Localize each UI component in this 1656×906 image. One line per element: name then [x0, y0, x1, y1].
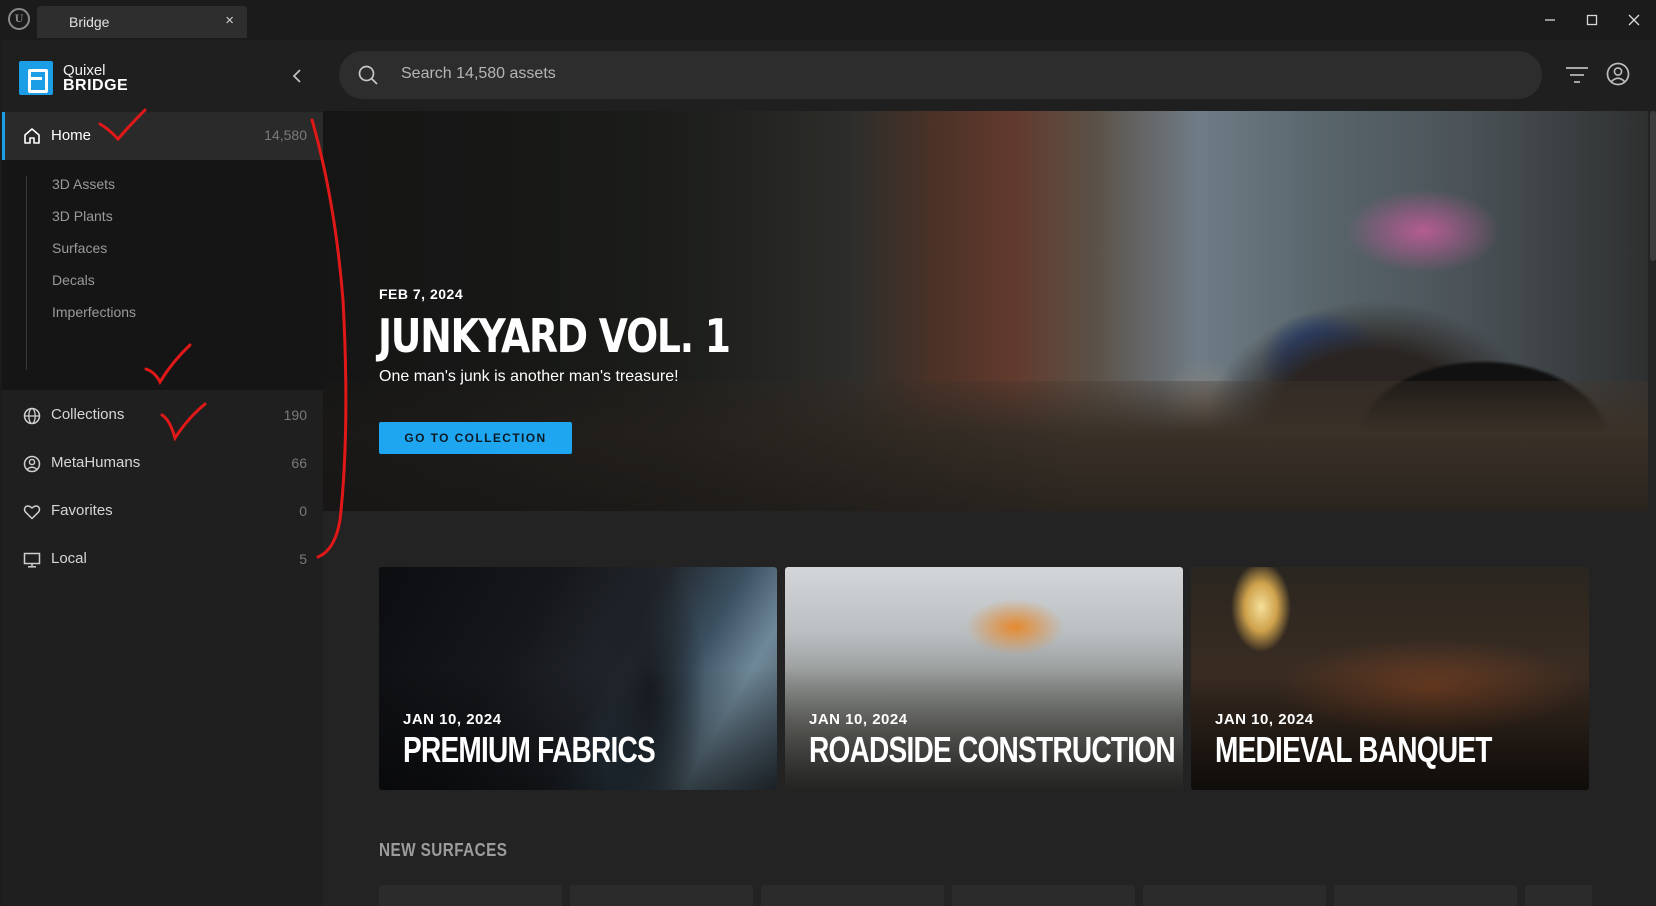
subnav-imperfections[interactable]: Imperfections [52, 304, 136, 320]
sidebar-item-label: Collections [51, 406, 125, 423]
collapse-sidebar-button[interactable] [286, 64, 310, 88]
account-icon[interactable] [1605, 61, 1631, 87]
subnav-surfaces[interactable]: Surfaces [52, 240, 107, 256]
go-to-collection-button[interactable]: GO TO COLLECTION [379, 422, 572, 454]
surface-tile[interactable] [952, 885, 1135, 906]
quixel-bridge-logo[interactable]: Quixel BRIDGE [19, 60, 128, 95]
sidebar-item-metahumans[interactable]: MetaHumans 66 [2, 440, 323, 486]
sidebar-item-collections[interactable]: Collections 190 [2, 392, 323, 438]
globe-icon [23, 407, 41, 425]
sidebar-item-count: 5 [299, 551, 307, 567]
minimize-button[interactable] [1535, 8, 1565, 32]
sidebar-item-home[interactable]: Home 14,580 [2, 112, 323, 160]
surface-tile[interactable] [1334, 885, 1517, 906]
sidebar-item-count: 190 [283, 407, 307, 423]
hero-subtitle: One man's junk is another man's treasure… [379, 368, 679, 385]
subnav-3d-assets[interactable]: 3D Assets [52, 176, 115, 192]
filter-icon[interactable] [1564, 62, 1590, 88]
user-circle-icon [23, 455, 41, 473]
heart-icon [23, 505, 41, 520]
close-icon [1628, 14, 1640, 26]
search-input[interactable]: Search 14,580 assets [339, 51, 1542, 99]
sidebar-item-count: 66 [291, 455, 307, 471]
sidebar-item-favorites[interactable]: Favorites 0 [2, 488, 323, 534]
sidebar-item-label: MetaHumans [51, 454, 141, 471]
hero-banner[interactable]: FEB 7, 2024 JUNKYARD VOL. 1 One man's ju… [323, 111, 1648, 511]
tab-close-icon[interactable]: × [225, 12, 234, 29]
sidebar-item-label: Local [51, 550, 87, 567]
top-bar: Search 14,580 assets [323, 40, 1656, 111]
surface-tile[interactable] [1525, 885, 1592, 906]
tab-title: Bridge [69, 14, 110, 30]
home-icon [24, 128, 40, 144]
collection-card-roadside-construction[interactable]: JAN 10, 2024 ROADSIDE CONSTRUCTION [785, 567, 1183, 790]
home-subnav: 3D Assets 3D Plants Surfaces Decals Impe… [26, 176, 316, 370]
card-date: JAN 10, 2024 [403, 711, 502, 728]
hero-title: JUNKYARD VOL. 1 [378, 309, 731, 363]
collection-card-premium-fabrics[interactable]: JAN 10, 2024 PREMIUM FABRICS [379, 567, 777, 790]
surface-tile[interactable] [761, 885, 944, 906]
search-icon [358, 65, 378, 85]
sidebar: Quixel BRIDGE Home 14,580 3D Assets 3D P… [2, 40, 323, 906]
maximize-button[interactable] [1577, 8, 1607, 32]
card-date: JAN 10, 2024 [809, 711, 908, 728]
unreal-logo-icon: U [8, 8, 30, 30]
main-content: FEB 7, 2024 JUNKYARD VOL. 1 One man's ju… [323, 111, 1656, 906]
close-window-button[interactable] [1619, 8, 1649, 32]
card-title: MEDIEVAL BANQUET [1215, 729, 1492, 770]
card-title: PREMIUM FABRICS [403, 729, 656, 770]
section-title-new-surfaces: NEW SURFACES [379, 840, 508, 860]
search-placeholder: Search 14,580 assets [401, 65, 556, 82]
tab-bridge[interactable]: Bridge × [37, 6, 247, 38]
surface-tile[interactable] [570, 885, 753, 906]
sidebar-item-label: Favorites [51, 502, 113, 519]
chevron-left-icon [292, 69, 301, 83]
card-title: ROADSIDE CONSTRUCTION [809, 729, 1176, 770]
hero-date: FEB 7, 2024 [379, 286, 464, 302]
sidebar-item-local[interactable]: Local 5 [2, 536, 323, 582]
collection-card-medieval-banquet[interactable]: JAN 10, 2024 MEDIEVAL BANQUET [1191, 567, 1589, 790]
window-titlebar: U Bridge × [0, 0, 1656, 40]
monitor-icon [23, 552, 41, 568]
maximize-icon [1586, 14, 1598, 26]
sidebar-item-label: Home [51, 127, 92, 144]
minimize-icon [1545, 19, 1555, 21]
surface-tile[interactable] [1143, 885, 1326, 906]
subnav-3d-plants[interactable]: 3D Plants [52, 208, 113, 224]
surface-tile[interactable] [379, 885, 562, 906]
sidebar-item-count: 0 [299, 503, 307, 519]
brand-line1: Quixel [63, 61, 106, 79]
sidebar-item-count: 14,580 [264, 127, 307, 143]
scrollbar[interactable] [1650, 111, 1656, 261]
featured-collections: JAN 10, 2024 PREMIUM FABRICS JAN 10, 202… [379, 567, 1592, 790]
subnav-decals[interactable]: Decals [52, 272, 95, 288]
card-date: JAN 10, 2024 [1215, 711, 1314, 728]
brand-line2: BRIDGE [63, 76, 129, 94]
bridge-logo-icon [19, 60, 53, 95]
